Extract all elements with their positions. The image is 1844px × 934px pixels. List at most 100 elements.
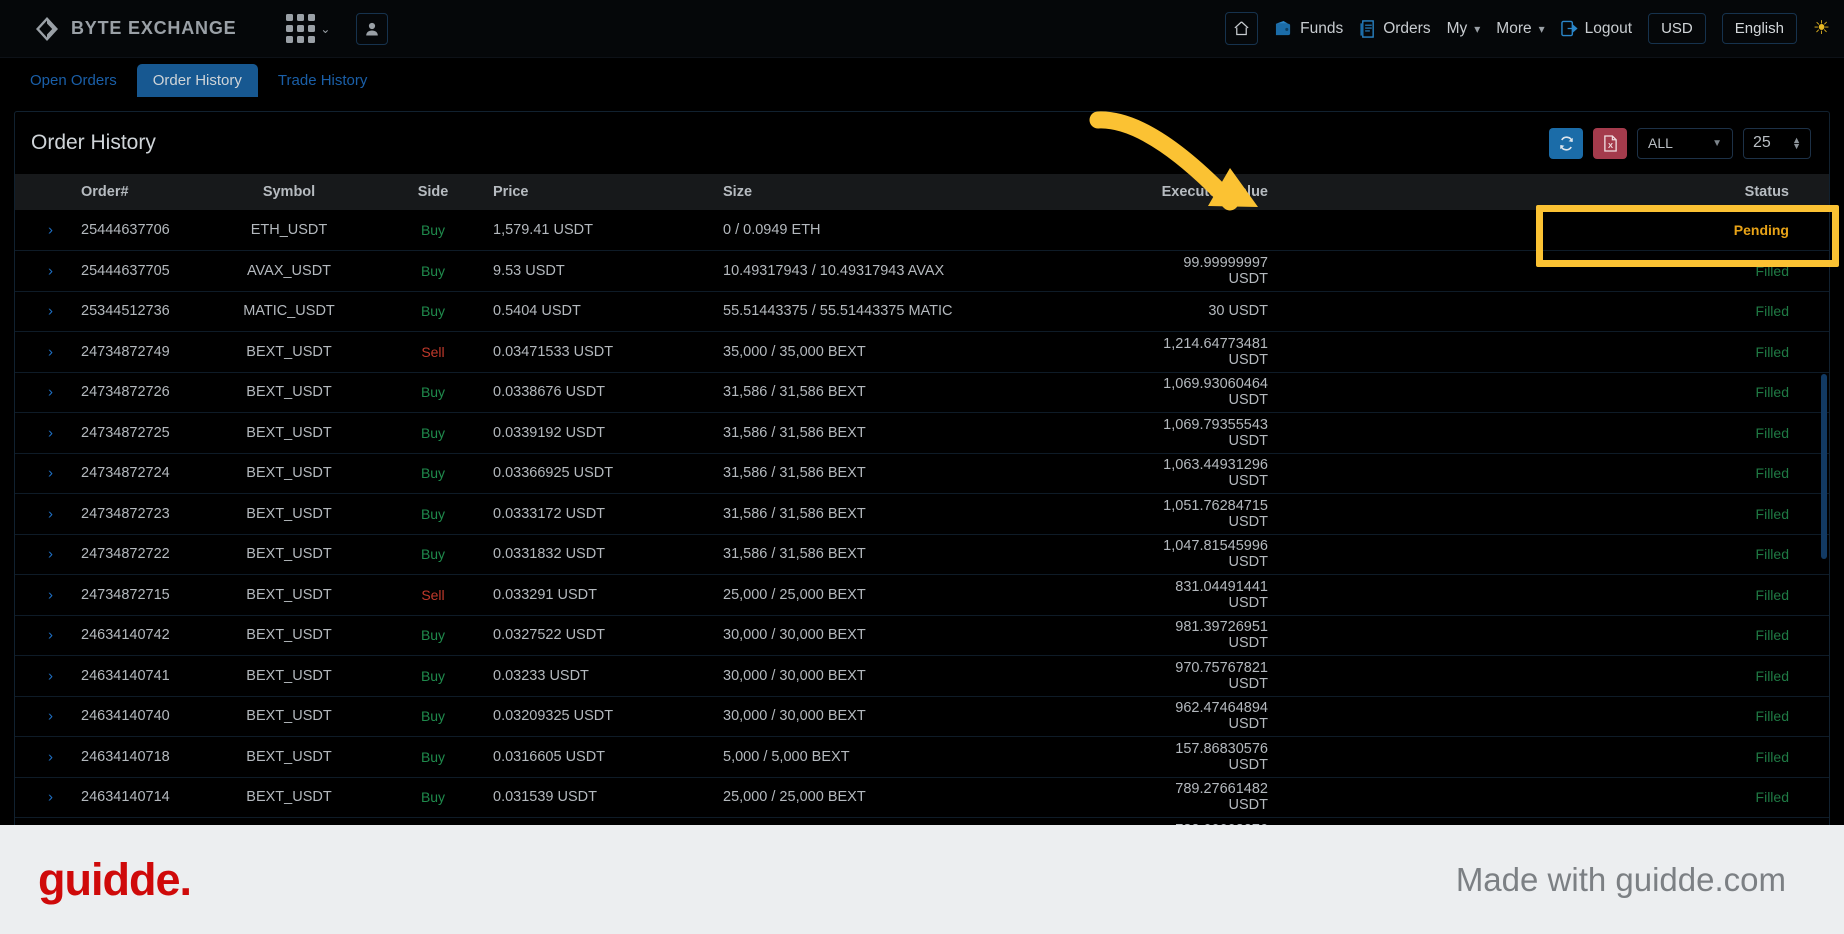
order-number: 24634140742 (81, 627, 170, 644)
nav-more-label: More (1496, 19, 1532, 37)
col-price[interactable]: Price (493, 174, 723, 210)
col-size[interactable]: Size (723, 174, 1153, 210)
user-avatar-icon (366, 22, 379, 35)
cell-order: › 24634140741 (15, 656, 205, 697)
cell-size: 31,586 / 31,586 BEXT (723, 505, 866, 522)
table-row[interactable]: › 24634140718 BEXT_USDT Buy 0.0316605 USDT 5,… (15, 737, 1829, 777)
nav-more[interactable]: More ▾ (1496, 20, 1544, 38)
nav-orders[interactable]: Orders (1359, 19, 1431, 38)
panel-header: Order History X ALL ▼ 25 ▲ ▼ (15, 112, 1829, 174)
row-expand-chevron-icon[interactable]: › (48, 749, 53, 764)
cell-size: 25,000 / 25,000 BEXT (723, 586, 866, 603)
tab-open-orders[interactable]: Open Orders (14, 64, 133, 97)
table-row[interactable]: › 24734872725 BEXT_USDT Buy 0.0339192 USDT 31… (15, 413, 1829, 454)
table-row[interactable]: › 24634140742 BEXT_USDT Buy 0.0327522 USDT 30… (15, 615, 1829, 656)
cell-side: Buy (420, 465, 446, 482)
table-row[interactable]: › 24634140740 BEXT_USDT Buy 0.03209325 USDT 3… (15, 696, 1829, 737)
row-expand-chevron-icon[interactable]: › (48, 628, 53, 643)
cell-order: › 25444637706 (15, 210, 205, 251)
home-button[interactable] (1225, 12, 1259, 45)
table-row[interactable]: › 25444637705 AVAX_USDT Buy 9.53 USDT 10.4931… (15, 251, 1829, 291)
row-expand-chevron-icon[interactable]: › (48, 304, 53, 319)
row-expand-chevron-icon[interactable]: › (48, 790, 53, 805)
table-row[interactable]: › 24734872726 BEXT_USDT Buy 0.0338676 USDT 31… (15, 372, 1829, 413)
table-row[interactable]: › 24734872724 BEXT_USDT Buy 0.03366925 USDT 3… (15, 453, 1829, 494)
cell-price: 0.0331832 USDT (493, 546, 606, 563)
svg-text:X: X (1607, 141, 1612, 150)
row-expand-chevron-icon[interactable]: › (48, 344, 53, 359)
cell-order: › 24734872725 (15, 413, 205, 454)
cell-size: 31,586 / 31,586 BEXT (723, 424, 866, 441)
col-order[interactable]: Order# (15, 174, 205, 210)
apps-grid-button[interactable]: ⌄ (286, 14, 330, 43)
table-row[interactable]: › 24734872723 BEXT_USDT Buy 0.0333172 USDT 31… (15, 494, 1829, 534)
row-expand-chevron-icon[interactable]: › (48, 385, 53, 400)
row-expand-chevron-icon[interactable]: › (48, 506, 53, 521)
cell-symbol: BEXT_USDT (246, 546, 332, 563)
order-history-table: Order# Symbol Side Price Size Executed V… (15, 174, 1829, 859)
col-status[interactable]: Status (1573, 174, 1829, 210)
row-expand-chevron-icon[interactable]: › (48, 466, 53, 481)
row-expand-chevron-icon[interactable]: › (48, 709, 53, 724)
row-expand-chevron-icon[interactable]: › (48, 587, 53, 602)
cell-order: › 24634140714 (15, 777, 205, 818)
top-navbar: BYTE EXCHANGE ⌄ Funds Orders My ▾ More ▾… (0, 0, 1844, 58)
brand[interactable]: BYTE EXCHANGE (34, 16, 236, 42)
cell-status: Filled (1755, 262, 1789, 279)
cell-executed-value: 970.75767821 USDT (1175, 659, 1268, 692)
cell-status: Filled (1755, 627, 1789, 644)
col-executed[interactable]: Executed Value (1153, 174, 1573, 210)
cell-side: Buy (420, 667, 446, 684)
tab-order-history[interactable]: Order History (136, 64, 258, 97)
currency-selector[interactable]: USD (1648, 13, 1706, 44)
nav-logout[interactable]: Logout (1560, 20, 1632, 38)
row-expand-chevron-icon[interactable]: › (48, 547, 53, 562)
row-expand-chevron-icon[interactable]: › (48, 668, 53, 683)
cell-executed-value: 789.27661482 USDT (1175, 781, 1268, 814)
logout-icon (1560, 20, 1578, 37)
cell-executed-value: 1,051.76284715 USDT (1163, 497, 1268, 530)
status-filter-value: ALL (1648, 135, 1673, 151)
table-row[interactable]: › 24634140741 BEXT_USDT Buy 0.03233 USDT 30,0… (15, 656, 1829, 697)
table-row[interactable]: › 24734872722 BEXT_USDT Buy 0.0331832 USDT 31… (15, 534, 1829, 575)
cell-price: 0.0327522 USDT (493, 627, 606, 644)
page-size-stepper[interactable]: 25 ▲ ▼ (1743, 127, 1811, 159)
avatar[interactable] (356, 12, 389, 45)
status-filter-select[interactable]: ALL ▼ (1637, 127, 1733, 159)
row-expand-chevron-icon[interactable]: › (48, 425, 53, 440)
cell-executed-value: 831.04491441 USDT (1175, 578, 1268, 611)
cell-executed-value: 30 USDT (1208, 303, 1268, 320)
cell-status: Filled (1755, 586, 1789, 603)
cell-symbol: BEXT_USDT (246, 505, 332, 522)
nav-my[interactable]: My ▾ (1447, 20, 1481, 38)
table-row[interactable]: › 24634140714 BEXT_USDT Buy 0.031539 USDT 25,… (15, 777, 1829, 818)
panel-toolbar: X ALL ▼ 25 ▲ ▼ (1549, 127, 1811, 159)
table-row[interactable]: › 24734872715 BEXT_USDT Sell 0.033291 USDT 25… (15, 575, 1829, 615)
row-expand-chevron-icon[interactable]: › (48, 223, 53, 238)
cell-executed-value: 157.86830576 USDT (1175, 740, 1268, 773)
cell-order: › 25344512736 (15, 291, 205, 332)
receipt-icon (1359, 19, 1376, 38)
cell-size: 55.51443375 / 55.51443375 MATIC (723, 303, 953, 320)
order-number: 25444637706 (81, 222, 170, 238)
table-row[interactable]: › 24734872749 BEXT_USDT Sell 0.03471533 USDT… (15, 332, 1829, 372)
table-header-row: Order# Symbol Side Price Size Executed V… (15, 174, 1829, 210)
table-row[interactable]: › 25444637706 ETH_USDT Buy 1,579.41 USDT 0 / … (15, 210, 1829, 251)
nav-funds[interactable]: Funds (1274, 20, 1343, 38)
tab-trade-history[interactable]: Trade History (262, 64, 383, 97)
col-side[interactable]: Side (373, 174, 493, 210)
order-number: 25344512736 (81, 303, 170, 320)
row-expand-chevron-icon[interactable]: › (48, 263, 53, 278)
page-title: Order History (31, 131, 156, 154)
refresh-button[interactable] (1549, 127, 1583, 159)
sun-icon[interactable]: ☀ (1813, 19, 1830, 38)
cell-price: 0.0333172 USDT (493, 505, 606, 522)
language-selector[interactable]: English (1721, 13, 1797, 44)
table-row[interactable]: › 25344512736 MATIC_USDT Buy 0.5404 USDT 55.5… (15, 291, 1829, 332)
export-excel-button[interactable]: X (1593, 127, 1627, 159)
cell-symbol: AVAX_USDT (246, 262, 332, 279)
table-scrollbar-thumb[interactable] (1821, 374, 1827, 559)
cell-executed-value: 99.99999997 USDT (1183, 254, 1268, 287)
col-symbol[interactable]: Symbol (205, 174, 373, 210)
cell-size: 31,586 / 31,586 BEXT (723, 546, 866, 563)
